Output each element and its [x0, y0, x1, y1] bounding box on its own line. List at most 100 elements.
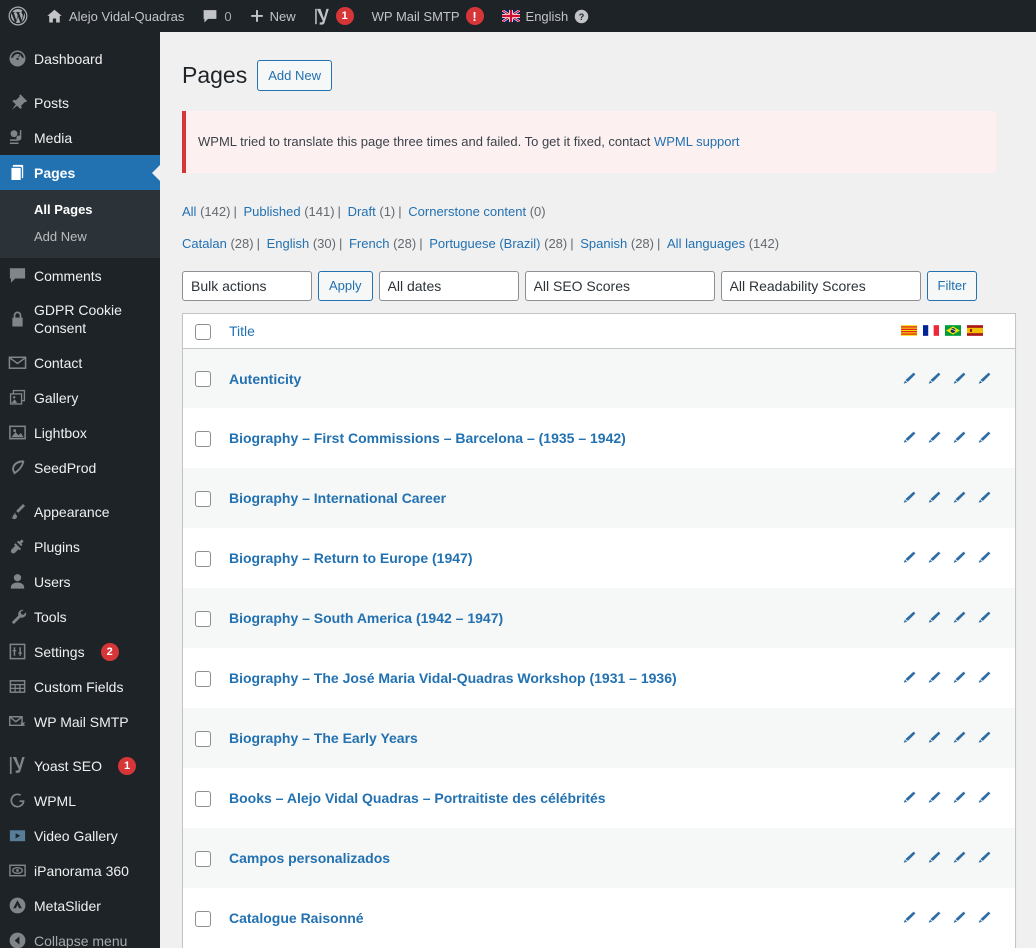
sidebar-item-video-gallery[interactable]: Video Gallery: [0, 818, 160, 853]
pencil-icon[interactable]: [901, 371, 917, 387]
pencil-icon[interactable]: [976, 910, 992, 926]
pencil-icon[interactable]: [926, 730, 942, 746]
sidebar-item-tools[interactable]: Tools: [0, 599, 160, 634]
pencil-icon[interactable]: [926, 610, 942, 626]
comments-menu[interactable]: 0: [193, 0, 240, 32]
pencil-icon[interactable]: [901, 910, 917, 926]
sidebar-item-collapse-menu[interactable]: Collapse menu: [0, 923, 160, 948]
page-title-link[interactable]: Biography – International Career: [229, 490, 446, 506]
row-checkbox[interactable]: [195, 670, 211, 687]
status-link[interactable]: All: [182, 204, 196, 219]
page-title-link[interactable]: Biography – South America (1942 – 1947): [229, 610, 503, 626]
pencil-icon[interactable]: [926, 910, 942, 926]
readability-score-filter-select[interactable]: All Readability Scores: [720, 270, 921, 301]
yoast-menu[interactable]: 1: [305, 0, 363, 32]
row-checkbox[interactable]: [195, 370, 211, 387]
sidebar-item-wpml[interactable]: WPML: [0, 783, 160, 818]
language-link[interactable]: English: [267, 236, 310, 251]
sidebar-item-metaslider[interactable]: MetaSlider: [0, 888, 160, 923]
seo-score-filter-select[interactable]: All SEO Scores: [524, 270, 715, 301]
page-title-link[interactable]: Biography – The Early Years: [229, 730, 418, 746]
language-link[interactable]: Spanish: [580, 236, 627, 251]
wp-mail-smtp-menu[interactable]: WP Mail SMTP !: [363, 0, 493, 32]
language-link[interactable]: French: [349, 236, 389, 251]
pencil-icon[interactable]: [901, 490, 917, 506]
page-title-link[interactable]: Autenticity: [229, 371, 301, 387]
sidebar-item-users[interactable]: Users: [0, 564, 160, 599]
sidebar-item-wp-mail-smtp[interactable]: WP Mail SMTP: [0, 704, 160, 739]
row-checkbox[interactable]: [195, 790, 211, 807]
pencil-icon[interactable]: [901, 430, 917, 446]
sidebar-item-yoast-seo[interactable]: Yoast SEO 1: [0, 748, 160, 783]
sidebar-item-settings[interactable]: Settings 2: [0, 634, 160, 669]
pencil-icon[interactable]: [976, 730, 992, 746]
sidebar-item-media[interactable]: Media: [0, 120, 160, 155]
pencil-icon[interactable]: [926, 371, 942, 387]
pencil-icon[interactable]: [976, 371, 992, 387]
wp-logo-menu[interactable]: [0, 0, 37, 32]
pencil-icon[interactable]: [901, 730, 917, 746]
pencil-icon[interactable]: [976, 670, 992, 686]
pencil-icon[interactable]: [976, 850, 992, 866]
pencil-icon[interactable]: [951, 790, 967, 806]
sidebar-item-contact[interactable]: Contact: [0, 345, 160, 380]
pencil-icon[interactable]: [951, 430, 967, 446]
status-link[interactable]: Draft: [348, 204, 376, 219]
language-link[interactable]: Catalan: [182, 236, 227, 251]
pencil-icon[interactable]: [926, 790, 942, 806]
sidebar-item-custom-fields[interactable]: Custom Fields: [0, 669, 160, 704]
row-checkbox[interactable]: [195, 430, 211, 447]
sidebar-item-lightbox[interactable]: Lightbox: [0, 415, 160, 450]
pencil-icon[interactable]: [951, 670, 967, 686]
page-title-link[interactable]: Books – Alejo Vidal Quadras – Portraitis…: [229, 790, 606, 806]
sidebar-subitem-all-pages[interactable]: All Pages: [0, 196, 160, 223]
pencil-icon[interactable]: [926, 430, 942, 446]
pencil-icon[interactable]: [951, 730, 967, 746]
page-title-link[interactable]: Biography – First Commissions – Barcelon…: [229, 430, 626, 446]
wpml-support-link[interactable]: WPML support: [654, 134, 740, 149]
page-title-link[interactable]: Catalogue Raisonné: [229, 910, 364, 926]
pencil-icon[interactable]: [976, 490, 992, 506]
page-title-link[interactable]: Biography – Return to Europe (1947): [229, 550, 472, 566]
sidebar-item-gallery[interactable]: Gallery: [0, 380, 160, 415]
pencil-icon[interactable]: [976, 430, 992, 446]
row-checkbox[interactable]: [195, 910, 211, 927]
filter-button[interactable]: Filter: [926, 270, 978, 301]
sidebar-item-plugins[interactable]: Plugins: [0, 529, 160, 564]
apply-button[interactable]: Apply: [318, 270, 373, 301]
pencil-icon[interactable]: [951, 371, 967, 387]
page-title-link[interactable]: Campos personalizados: [229, 850, 390, 866]
sidebar-item-ipanorama-360[interactable]: iPanorama 360: [0, 853, 160, 888]
site-name-menu[interactable]: Alejo Vidal-Quadras: [37, 0, 193, 32]
row-checkbox[interactable]: [195, 850, 211, 867]
sidebar-subitem-add-new[interactable]: Add New: [0, 223, 160, 250]
language-switcher-menu[interactable]: English ?: [493, 0, 599, 32]
sidebar-item-pages[interactable]: Pages: [0, 155, 160, 190]
pencil-icon[interactable]: [901, 670, 917, 686]
pencil-icon[interactable]: [976, 550, 992, 566]
row-checkbox[interactable]: [195, 490, 211, 507]
row-checkbox[interactable]: [195, 550, 211, 567]
pencil-icon[interactable]: [926, 550, 942, 566]
sidebar-item-gdpr-cookie-consent[interactable]: GDPR Cookie Consent: [0, 293, 160, 345]
pencil-icon[interactable]: [901, 610, 917, 626]
add-new-button[interactable]: Add New: [257, 59, 332, 92]
sidebar-item-posts[interactable]: Posts: [0, 85, 160, 120]
sidebar-item-appearance[interactable]: Appearance: [0, 494, 160, 529]
pencil-icon[interactable]: [926, 850, 942, 866]
date-filter-select[interactable]: All dates: [378, 270, 519, 301]
pencil-icon[interactable]: [976, 610, 992, 626]
pencil-icon[interactable]: [926, 490, 942, 506]
pencil-icon[interactable]: [976, 790, 992, 806]
row-checkbox[interactable]: [195, 610, 211, 627]
pencil-icon[interactable]: [951, 850, 967, 866]
select-all-checkbox[interactable]: [195, 323, 211, 340]
sidebar-item-comments[interactable]: Comments: [0, 258, 160, 293]
language-link[interactable]: Portuguese (Brazil): [429, 236, 540, 251]
new-content-menu[interactable]: New: [241, 0, 305, 32]
pencil-icon[interactable]: [901, 850, 917, 866]
pencil-icon[interactable]: [901, 790, 917, 806]
pencil-icon[interactable]: [951, 550, 967, 566]
pencil-icon[interactable]: [926, 670, 942, 686]
pencil-icon[interactable]: [951, 610, 967, 626]
